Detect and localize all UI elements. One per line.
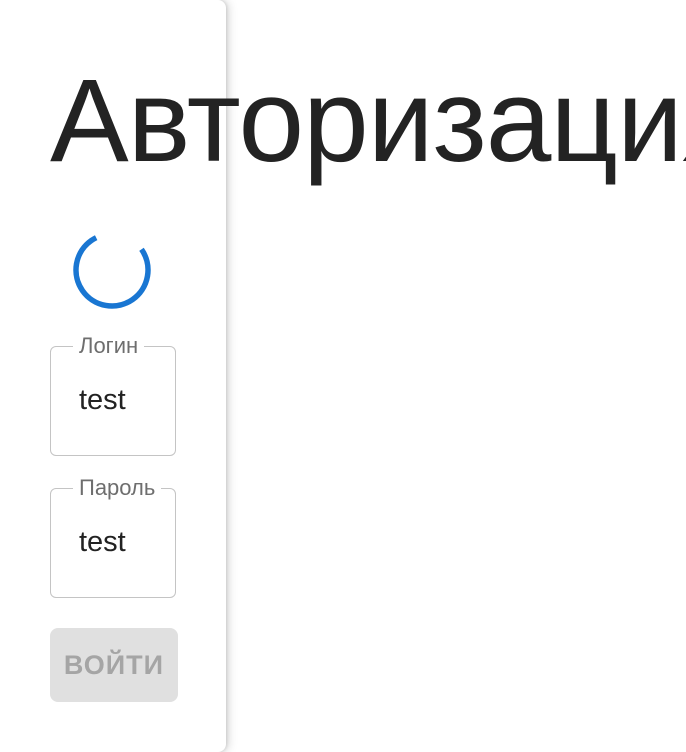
login-label: Логин bbox=[73, 333, 145, 359]
login-button[interactable]: ВОЙТИ bbox=[50, 628, 178, 702]
password-label: Пароль bbox=[73, 475, 162, 501]
password-input[interactable]: test bbox=[79, 525, 126, 559]
password-field[interactable]: Пароль test bbox=[50, 475, 176, 598]
page-title: Авторизация bbox=[50, 55, 686, 187]
login-field[interactable]: Логин test bbox=[50, 333, 176, 456]
login-input[interactable]: test bbox=[79, 383, 126, 417]
loading-spinner-icon bbox=[73, 231, 151, 309]
login-page: Авторизация Логин test Пароль test ВОЙТИ bbox=[0, 0, 686, 752]
